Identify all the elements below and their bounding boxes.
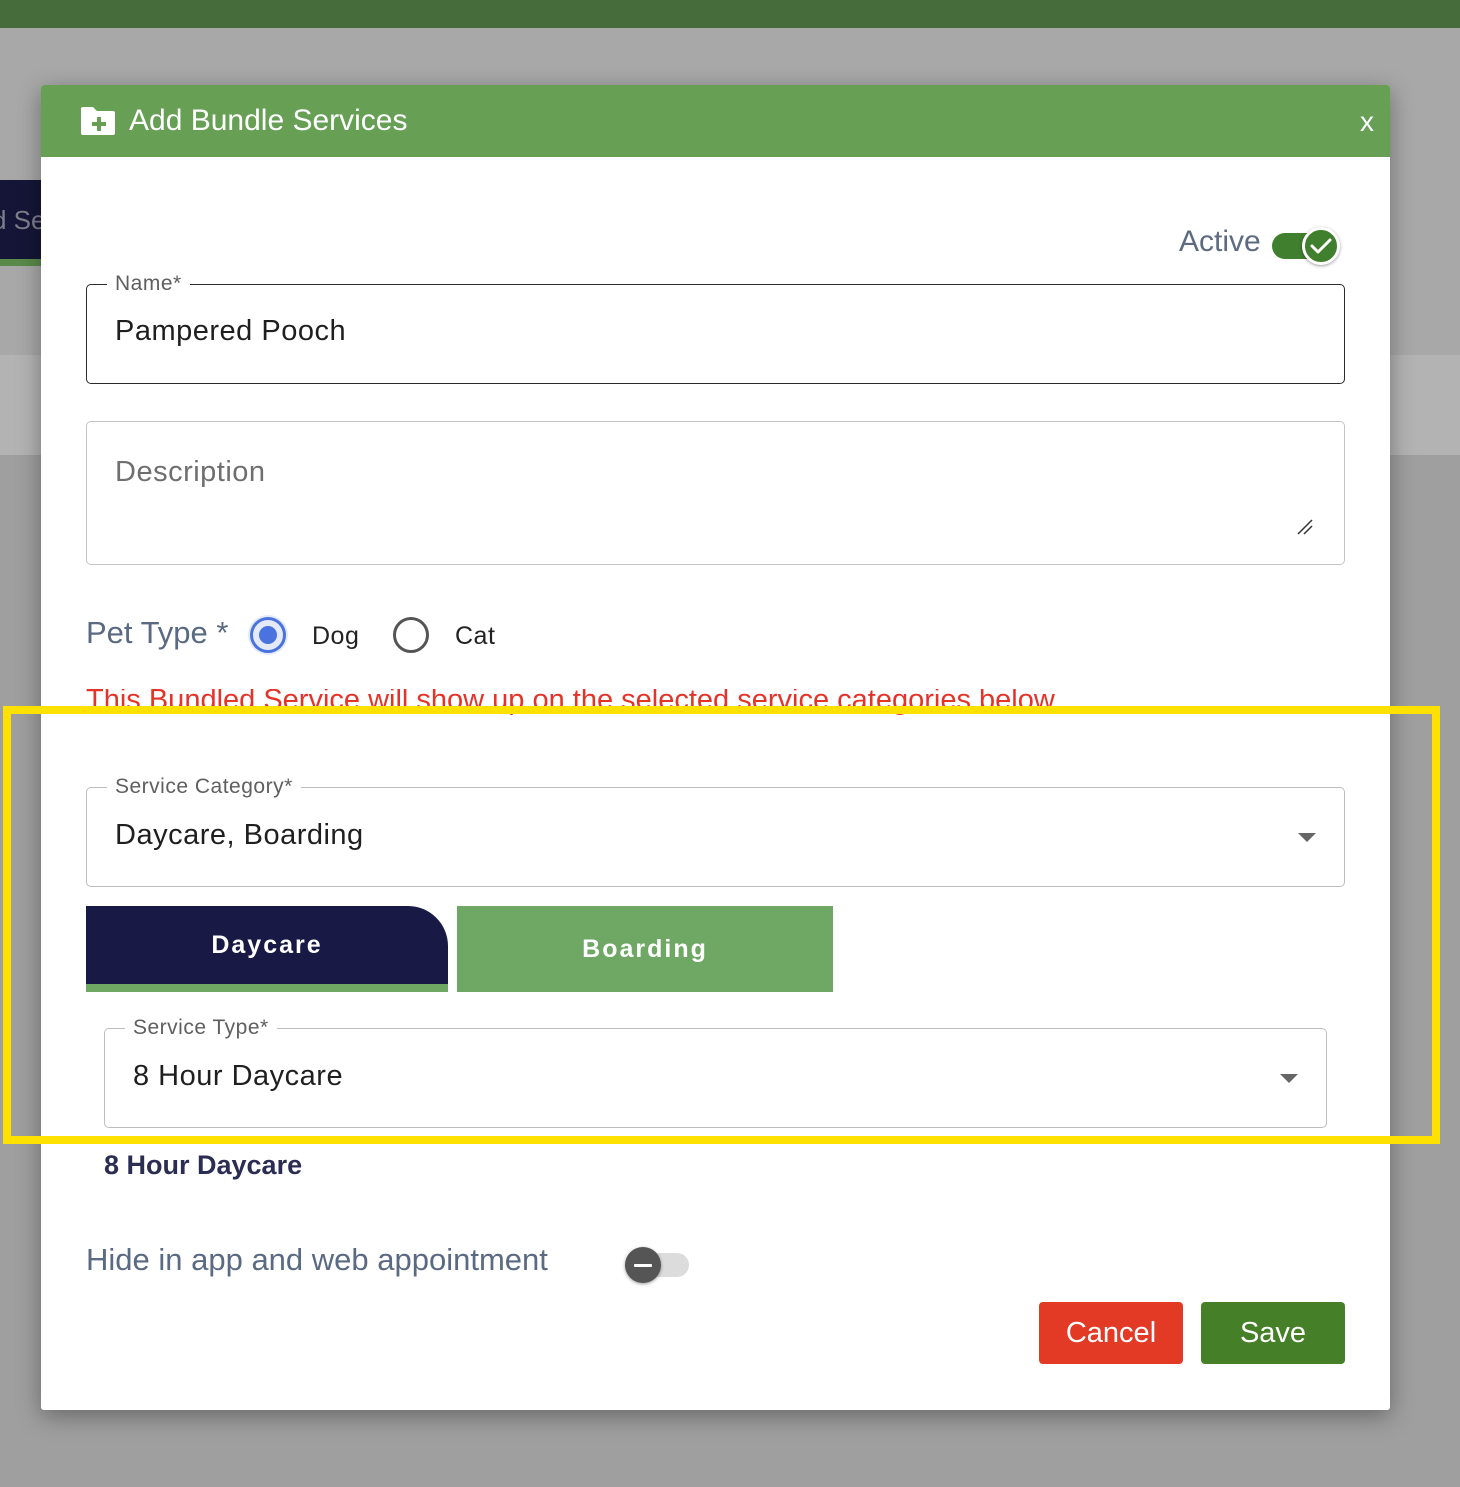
active-toggle[interactable]: [1272, 227, 1340, 265]
dialog-header: Add Bundle Services x: [41, 85, 1390, 157]
service-type-value: 8 Hour Daycare: [133, 1060, 344, 1092]
pet-type-dog-radio[interactable]: [250, 617, 286, 653]
description-placeholder: Description: [115, 456, 266, 488]
service-type-select[interactable]: Service Type* 8 Hour Daycare: [104, 1014, 1327, 1128]
active-toggle-knob: [1302, 227, 1340, 265]
folder-plus-icon: [81, 107, 115, 135]
pet-type-cat-label[interactable]: Cat: [455, 622, 495, 651]
name-field-value: Pampered Pooch: [115, 315, 347, 347]
checkmark-icon: [1310, 238, 1332, 254]
hide-in-app-toggle[interactable]: [625, 1247, 689, 1283]
background-tab: d Se: [0, 180, 44, 266]
category-notice-text: This Bundled Service will show up on the…: [86, 689, 1055, 716]
pet-type-label: Pet Type *: [86, 615, 229, 650]
name-field-label: Name*: [107, 270, 190, 298]
pet-type-dog-label[interactable]: Dog: [312, 622, 359, 651]
chevron-down-icon[interactable]: [1298, 833, 1316, 842]
selected-service-name: 8 Hour Daycare: [104, 1150, 303, 1180]
resize-handle-icon[interactable]: [1296, 518, 1314, 536]
tab-daycare[interactable]: Daycare: [86, 906, 448, 992]
app-top-bar: [0, 0, 1460, 28]
chevron-down-icon[interactable]: [1280, 1074, 1298, 1083]
cancel-button[interactable]: Cancel: [1039, 1302, 1183, 1364]
service-category-label: Service Category*: [107, 773, 301, 801]
category-notice: This Bundled Service will show up on the…: [86, 689, 1286, 721]
minus-icon: [625, 1247, 661, 1283]
dialog-title: Add Bundle Services: [129, 104, 408, 137]
tab-boarding[interactable]: Boarding: [457, 906, 833, 992]
add-bundle-services-dialog: Add Bundle Services x Active Name* Pampe…: [41, 85, 1390, 1410]
hide-in-app-label: Hide in app and web appointment: [86, 1242, 548, 1277]
pet-type-cat-radio[interactable]: [393, 617, 429, 653]
service-type-label: Service Type*: [125, 1014, 277, 1042]
save-button[interactable]: Save: [1201, 1302, 1345, 1364]
close-button[interactable]: x: [1360, 107, 1374, 137]
active-label: Active: [1179, 225, 1261, 258]
description-field[interactable]: Description: [86, 421, 1345, 565]
name-field[interactable]: Name* Pampered Pooch: [86, 270, 1345, 384]
service-category-select[interactable]: Service Category* Daycare, Boarding: [86, 773, 1345, 887]
service-category-value: Daycare, Boarding: [115, 819, 364, 851]
